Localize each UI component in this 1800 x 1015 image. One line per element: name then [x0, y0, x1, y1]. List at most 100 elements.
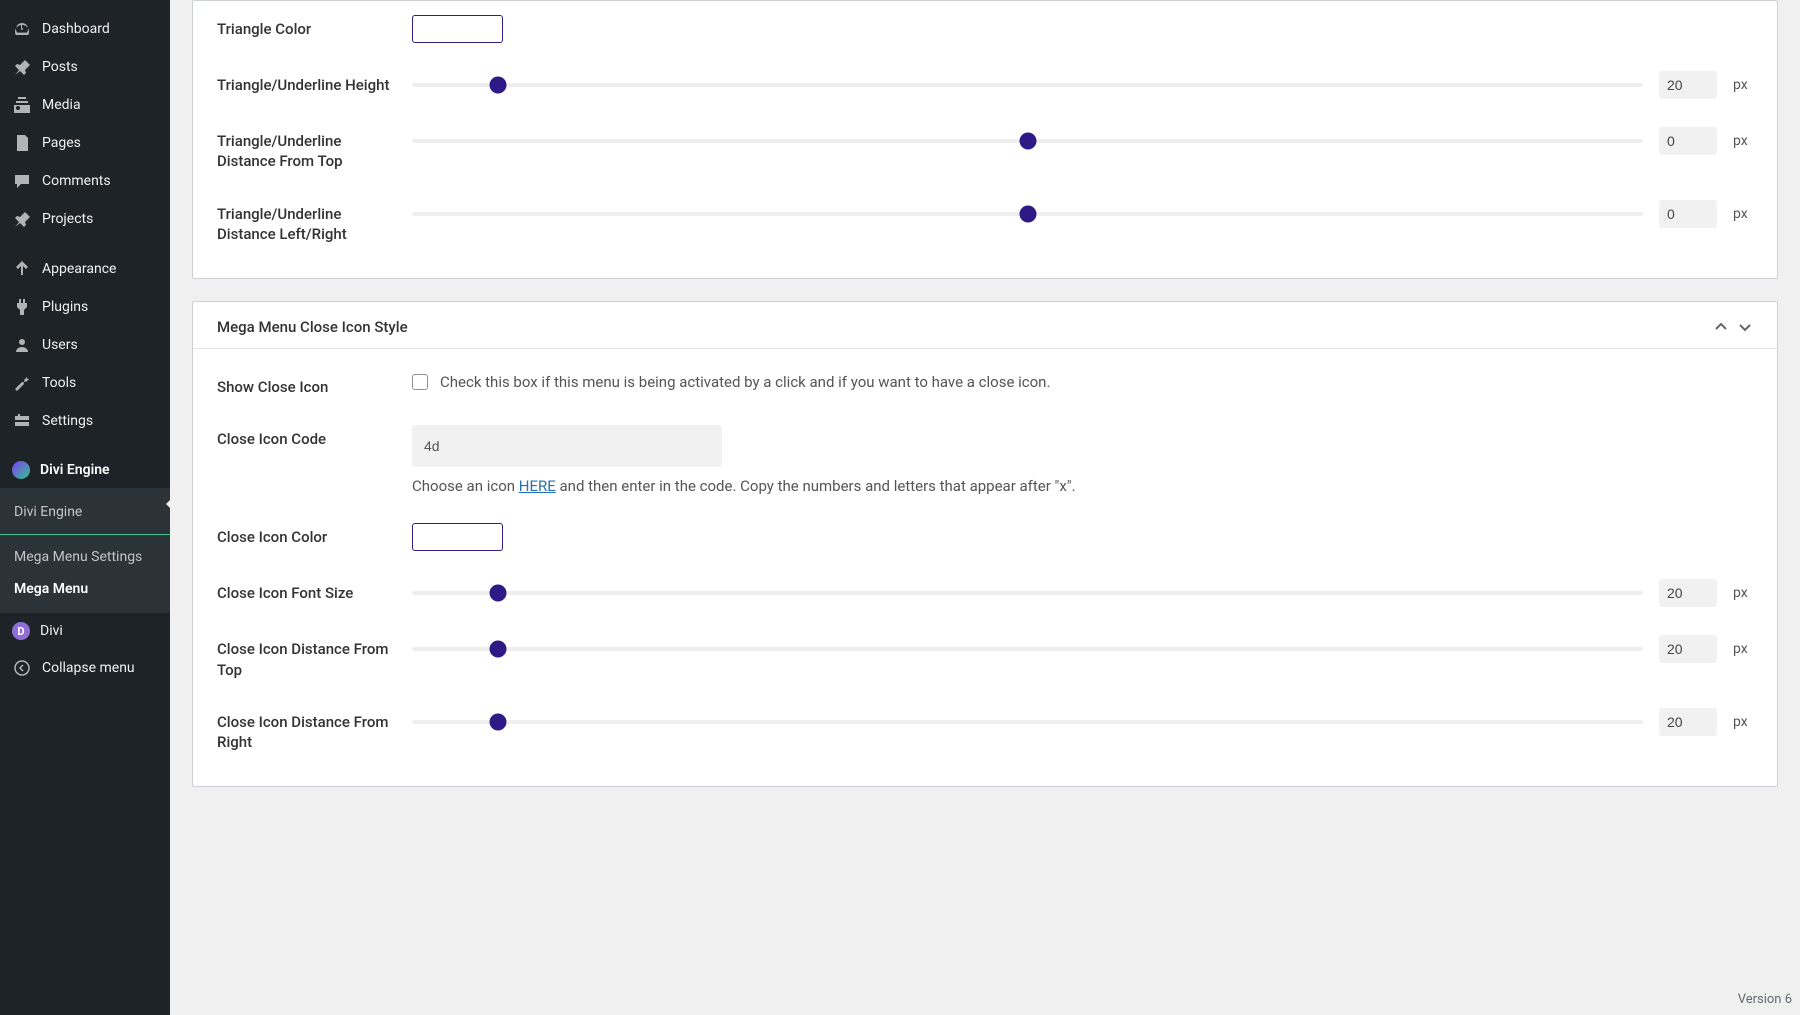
slider-icon-size[interactable]	[412, 591, 1643, 595]
field-label: Close Icon Font Size	[217, 579, 392, 603]
unit-label: px	[1733, 714, 1753, 730]
unit-label: px	[1733, 133, 1753, 149]
submenu-item-mega-menu[interactable]: Mega Menu	[0, 573, 170, 605]
input-triangle-top[interactable]	[1659, 127, 1717, 155]
panel-close-icon-style: Mega Menu Close Icon Style Show Close Ic…	[192, 301, 1778, 787]
menu-label: Dashboard	[42, 21, 110, 37]
input-icon-top[interactable]	[1659, 635, 1717, 663]
menu-item-media[interactable]: Media	[0, 86, 170, 124]
collapse-icon	[12, 658, 32, 678]
menu-label: Divi	[40, 623, 63, 639]
menu-item-divi-engine[interactable]: Divi Engine	[0, 452, 170, 488]
users-icon	[12, 335, 32, 355]
chevron-up-icon[interactable]	[1713, 319, 1729, 335]
unit-label: px	[1733, 585, 1753, 601]
menu-item-divi[interactable]: D Divi	[0, 613, 170, 649]
unit-label: px	[1733, 77, 1753, 93]
pin-icon	[12, 209, 32, 229]
menu-label: Pages	[42, 135, 81, 151]
menu-item-collapse[interactable]: Collapse menu	[0, 649, 170, 687]
menu-label: Divi Engine	[40, 462, 110, 478]
field-triangle-height: Triangle/Underline Height px	[193, 57, 1777, 113]
menu-item-pages[interactable]: Pages	[0, 124, 170, 162]
checkbox-description: Check this box if this menu is being act…	[440, 373, 1050, 391]
appearance-icon	[12, 259, 32, 279]
input-triangle-lr[interactable]	[1659, 200, 1717, 228]
slider-triangle-height[interactable]	[412, 83, 1643, 87]
menu-label: Plugins	[42, 299, 88, 315]
divi-engine-icon	[12, 461, 30, 479]
menu-item-comments[interactable]: Comments	[0, 162, 170, 200]
link-icon-here[interactable]: HERE	[519, 477, 556, 495]
submenu-item-mega-menu-settings[interactable]: Mega Menu Settings	[0, 541, 170, 573]
menu-label: Collapse menu	[42, 660, 135, 676]
input-icon-right[interactable]	[1659, 708, 1717, 736]
menu-label: Settings	[42, 413, 93, 429]
menu-label: Comments	[42, 173, 111, 189]
checkbox-show-close[interactable]	[412, 374, 428, 390]
field-icon-right: Close Icon Distance From Right px	[193, 694, 1777, 767]
slider-icon-right[interactable]	[412, 720, 1643, 724]
menu-item-projects[interactable]: Projects	[0, 200, 170, 238]
menu-item-appearance[interactable]: Appearance	[0, 250, 170, 288]
field-label: Triangle Color	[217, 15, 392, 39]
field-show-close: Show Close Icon Check this box if this m…	[193, 359, 1777, 411]
main-content: Triangle Color Triangle/Underline Height…	[170, 0, 1800, 1015]
menu-item-settings[interactable]: Settings	[0, 402, 170, 440]
slider-thumb[interactable]	[490, 641, 507, 658]
menu-item-plugins[interactable]: Plugins	[0, 288, 170, 326]
field-label: Close Icon Distance From Right	[217, 708, 392, 753]
help-text: Choose an icon HERE and then enter in th…	[412, 477, 1753, 495]
slider-thumb[interactable]	[1019, 133, 1036, 150]
field-label: Close Icon Color	[217, 523, 392, 547]
slider-thumb[interactable]	[490, 585, 507, 602]
field-label: Close Icon Code	[217, 425, 392, 449]
divi-engine-submenu: Divi Engine Mega Menu Settings Mega Menu	[0, 488, 170, 613]
slider-thumb[interactable]	[490, 77, 507, 94]
chevron-down-icon[interactable]	[1737, 319, 1753, 335]
pages-icon	[12, 133, 32, 153]
field-label: Triangle/Underline Height	[217, 71, 392, 95]
version-label: Version 6	[1738, 992, 1792, 1007]
field-label: Close Icon Distance From Top	[217, 635, 392, 680]
comments-icon	[12, 171, 32, 191]
input-triangle-height[interactable]	[1659, 71, 1717, 99]
menu-item-posts[interactable]: Posts	[0, 48, 170, 86]
input-icon-code[interactable]	[412, 425, 722, 467]
slider-icon-top[interactable]	[412, 647, 1643, 651]
admin-sidebar: Dashboard Posts Media Pages Comments Pro…	[0, 0, 170, 1015]
plugins-icon	[12, 297, 32, 317]
field-icon-color: Close Icon Color	[193, 509, 1777, 565]
field-icon-top: Close Icon Distance From Top px	[193, 621, 1777, 694]
settings-icon	[12, 411, 32, 431]
slider-thumb[interactable]	[490, 713, 507, 730]
media-icon	[12, 95, 32, 115]
menu-label: Tools	[42, 375, 76, 391]
dashboard-icon	[12, 19, 32, 39]
menu-label: Users	[42, 337, 78, 353]
menu-label: Posts	[42, 59, 78, 75]
color-picker-triangle[interactable]	[412, 15, 503, 43]
menu-item-dashboard[interactable]: Dashboard	[0, 10, 170, 48]
slider-triangle-lr[interactable]	[412, 212, 1643, 216]
slider-triangle-top[interactable]	[412, 139, 1643, 143]
panel-header: Mega Menu Close Icon Style	[193, 302, 1777, 349]
divi-icon: D	[12, 622, 30, 640]
menu-label: Appearance	[42, 261, 116, 277]
field-triangle-lr: Triangle/Underline Distance Left/Right p…	[193, 186, 1777, 259]
menu-item-users[interactable]: Users	[0, 326, 170, 364]
submenu-item-divi-engine[interactable]: Divi Engine	[0, 496, 170, 535]
field-icon-code: Close Icon Code Choose an icon HERE and …	[193, 411, 1777, 509]
color-picker-close-icon[interactable]	[412, 523, 503, 551]
slider-thumb[interactable]	[1019, 205, 1036, 222]
field-icon-size: Close Icon Font Size px	[193, 565, 1777, 621]
field-label: Triangle/Underline Distance From Top	[217, 127, 392, 172]
unit-label: px	[1733, 206, 1753, 222]
panel-triangle-style: Triangle Color Triangle/Underline Height…	[192, 0, 1778, 279]
menu-label: Projects	[42, 211, 93, 227]
field-label: Show Close Icon	[217, 373, 392, 397]
panel-title: Mega Menu Close Icon Style	[217, 318, 408, 336]
menu-item-tools[interactable]: Tools	[0, 364, 170, 402]
input-icon-size[interactable]	[1659, 579, 1717, 607]
unit-label: px	[1733, 641, 1753, 657]
